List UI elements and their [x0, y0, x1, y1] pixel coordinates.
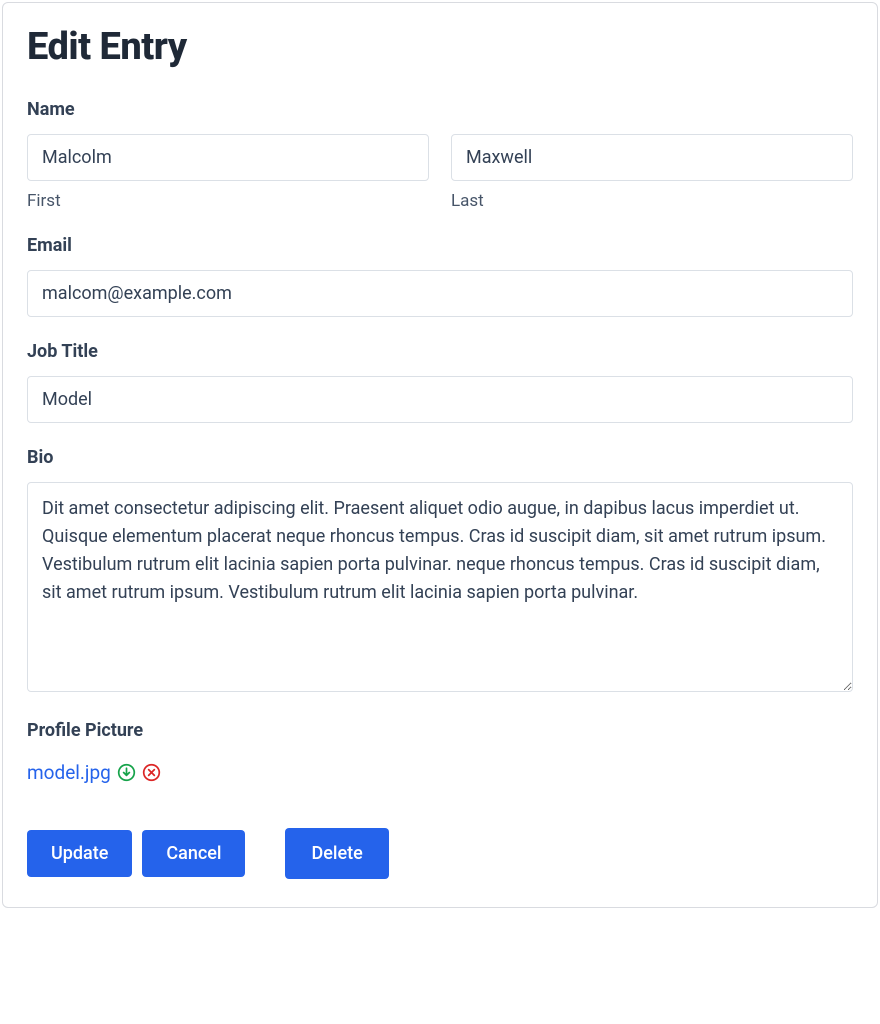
job-title-label: Job Title [27, 341, 853, 362]
email-label: Email [27, 235, 853, 256]
close-icon [142, 763, 161, 782]
name-row: First Last [27, 134, 853, 211]
edit-entry-form: Edit Entry Name First Last Email Job Tit… [2, 2, 878, 908]
email-field-group: Email [27, 235, 853, 317]
update-button[interactable]: Update [27, 830, 132, 877]
name-label: Name [27, 99, 853, 120]
bio-field-group: Bio [27, 447, 853, 696]
name-field-group: Name First Last [27, 99, 853, 211]
cancel-button[interactable]: Cancel [142, 830, 245, 877]
button-row: Update Cancel Delete [27, 828, 853, 879]
file-row: model.jpg [27, 761, 853, 784]
first-name-col: First [27, 134, 429, 211]
last-name-col: Last [451, 134, 853, 211]
last-name-sublabel: Last [451, 191, 853, 211]
delete-file-button[interactable] [142, 763, 161, 782]
email-input[interactable] [27, 270, 853, 317]
profile-picture-label: Profile Picture [27, 720, 853, 741]
job-title-input[interactable] [27, 376, 853, 423]
download-file-button[interactable] [117, 763, 136, 782]
first-name-input[interactable] [27, 134, 429, 181]
file-link[interactable]: model.jpg [27, 761, 111, 784]
page-title: Edit Entry [27, 25, 853, 69]
job-title-field-group: Job Title [27, 341, 853, 423]
last-name-input[interactable] [451, 134, 853, 181]
first-name-sublabel: First [27, 191, 429, 211]
profile-picture-field-group: Profile Picture model.jpg [27, 720, 853, 784]
bio-label: Bio [27, 447, 853, 468]
delete-button[interactable]: Delete [285, 828, 388, 879]
download-icon [117, 763, 136, 782]
bio-textarea[interactable] [27, 482, 853, 692]
